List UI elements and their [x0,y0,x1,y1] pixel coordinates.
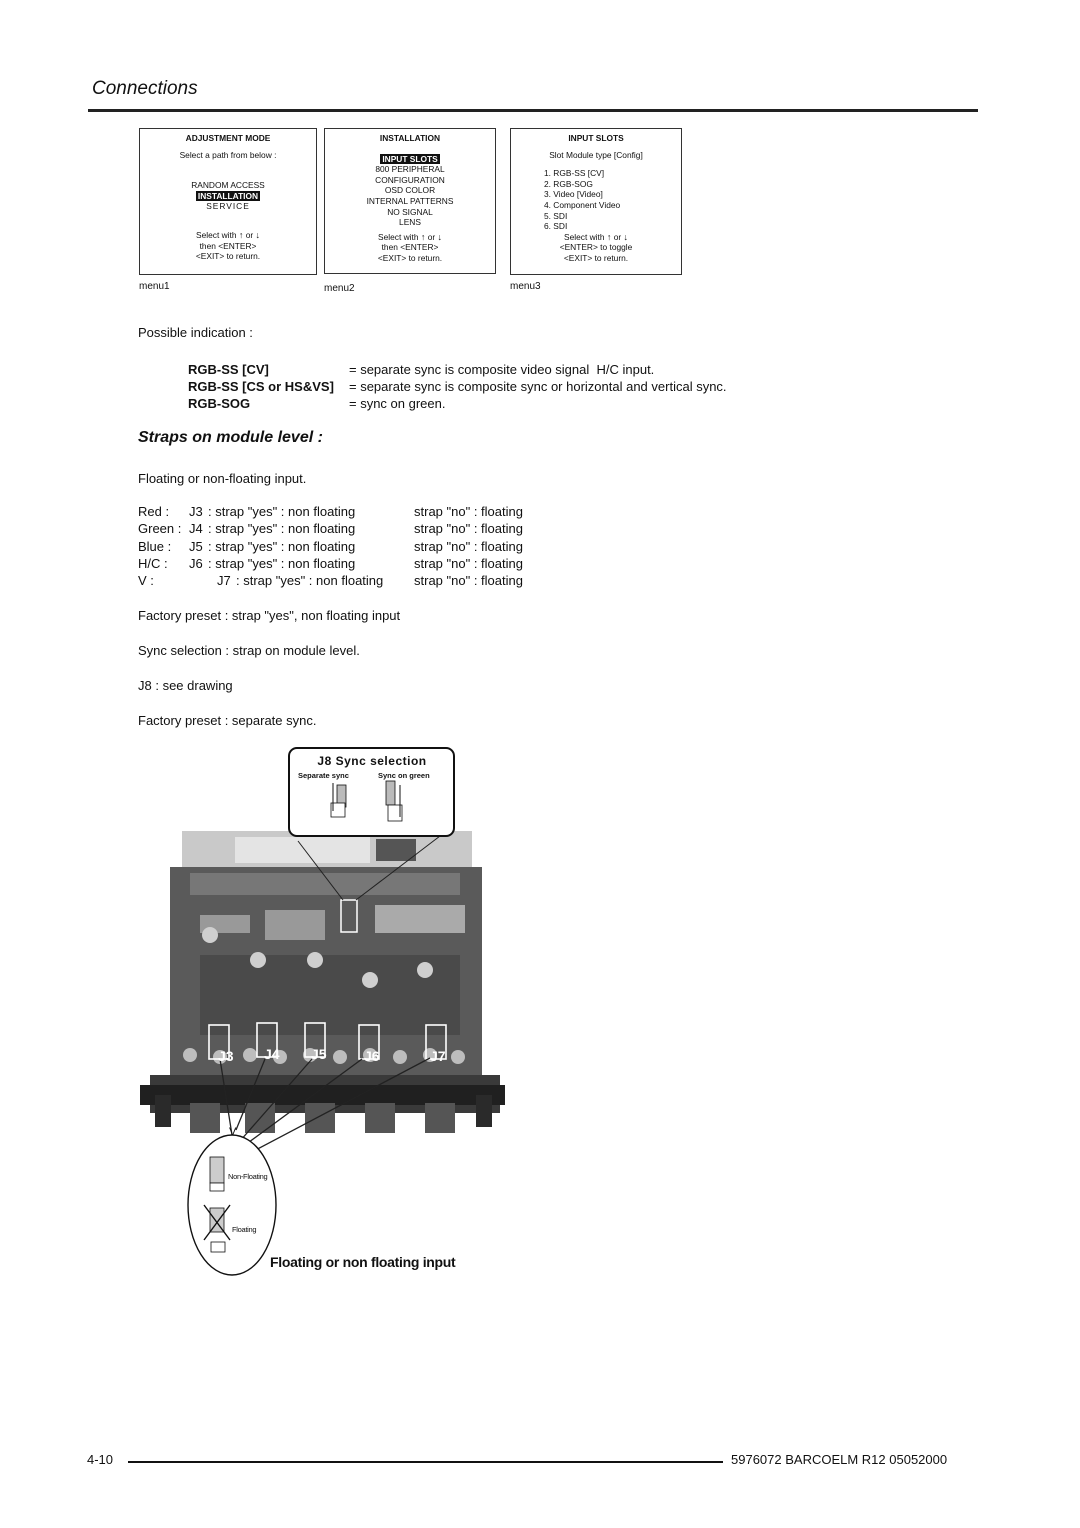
indication-definition: = separate sync is composite sync or hor… [349,379,727,394]
floating-label: Floating [232,1225,257,1234]
non-floating-label: Non-Floating [228,1172,268,1181]
menu-caption: menu3 [510,281,541,292]
document-reference: 5976072 BARCOELM R12 05052000 [731,1452,948,1467]
menu-item-osd-color[interactable]: OSD COLOR [325,185,495,196]
indication-definition: = sync on green. [349,396,446,411]
strap-jumper: J3 [189,504,203,519]
menu-hint-exit: <EXIT> to return. [563,252,629,263]
menu-item-no-signal[interactable]: NO SIGNAL [325,207,495,218]
menu-title: INSTALLATION [379,133,441,143]
factory-preset-strap: Factory preset : strap "yes", non floati… [138,608,401,623]
menu-subtitle: Select a path from below : [179,149,277,160]
strap-color: H/C : [138,556,168,571]
arrow-down-icon: ↓ [623,231,628,242]
strap-jumper: J7 [217,573,231,588]
sync-selection-note: Sync selection : strap on module level. [138,643,360,658]
j8-label-sog: Sync on green [378,771,430,780]
strap-yes: : strap "yes" : non floating [208,539,356,554]
slot-item-5[interactable]: 5. SDI [511,211,681,222]
arrow-down-icon: ↓ [255,229,260,240]
menu-hint-enter: then <ENTER> [199,240,257,251]
indication-term: RGB-SOG [188,396,251,411]
arrow-up-icon: ↑ [238,229,244,240]
straps-intro: Floating or non-floating input. [138,471,307,486]
section-title: Connections [92,78,198,99]
jumper-label-j6: J6 [364,1048,380,1064]
arrow-down-icon: ↓ [437,231,442,242]
header-rule [88,109,978,112]
menu-item-service[interactable]: SERVICE [140,201,316,212]
board-barcode [376,839,416,861]
osd-menu-adjustment-mode: ADJUSTMENT MODE Select a path from below… [139,128,317,275]
menu-hint-exit: <EXIT> to return. [377,252,443,263]
menu-title: ADJUSTMENT MODE [185,133,271,143]
menu-title: INPUT SLOTS [568,133,624,143]
menu-hint-select: Select with ↑ or ↓ [378,231,442,242]
j8-title: J8 Sync selection [317,754,427,768]
strap-jumper: J4 [189,521,203,536]
strap-no: strap "no" : floating [414,539,523,554]
module-figure [140,747,505,1276]
menu-item-configuration[interactable]: CONFIGURATION [325,175,495,186]
strap-yes: : strap "yes" : non floating [208,521,356,536]
strap-color: V : [138,573,154,588]
indication-term: RGB-SS [CS or HS&VS] [188,379,334,394]
strap-color: Blue : [138,539,172,554]
menu-caption: menu1 [139,281,170,292]
osd-menu-input-slots: INPUT SLOTS Slot Module type [Config] 1.… [510,128,682,275]
slot-item-1[interactable]: 1. RGB-SS [CV] [511,168,681,179]
strap-no: strap "no" : floating [414,556,523,571]
arrow-up-icon: ↑ [420,231,426,242]
menu-caption: menu2 [324,283,355,294]
factory-preset-sync: Factory preset : separate sync. [138,713,317,728]
strap-yes: : strap "yes" : non floating [208,504,356,519]
menu-subtitle: Slot Module type [Config] [549,149,643,160]
strap-yes: : strap "yes" : non floating [236,573,384,588]
menu-item-peripheral[interactable]: 800 PERIPHERAL [325,164,495,175]
page-number: 4-10 [87,1452,114,1467]
jumper-label-j5: J5 [311,1046,327,1062]
menu-hint-select: Select with ↑ or ↓ [196,229,260,240]
indication-definition: = separate sync is composite video signa… [349,362,655,377]
board-label-sticker [235,837,370,863]
strap-no: strap "no" : floating [414,521,523,536]
strap-yes: : strap "yes" : non floating [208,556,356,571]
menu-item-installation-selected[interactable]: INSTALLATION [195,190,261,202]
v-label: V [229,1126,237,1138]
slot-item-6[interactable]: 6. SDI [511,221,681,232]
arrow-up-icon: ↑ [606,231,612,242]
slot-item-4[interactable]: 4. Component Video [511,200,681,211]
menu-hint-exit: <EXIT> to return. [195,251,261,262]
menu-item-random-access[interactable]: RANDOM ACCESS [140,180,316,191]
menu-item-lens[interactable]: LENS [325,217,495,228]
menu-item-input-slots-selected[interactable]: INPUT SLOTS [380,153,440,165]
zoom-ellipse [187,1134,277,1276]
footer-rule [128,1461,723,1463]
figure-caption: Floating or non floating input [270,1254,456,1270]
jumper-label-j7: J7 [430,1048,446,1064]
j8-note: J8 : see drawing [138,678,233,693]
j8-jumper-separate-icon [330,783,347,818]
menu-hint-select: Select with ↑ or ↓ [564,231,628,242]
menu-item-internal-patterns[interactable]: INTERNAL PATTERNS [325,196,495,207]
strap-jumper: J5 [189,539,203,554]
menu-hint-enter: then <ENTER> [381,242,439,253]
osd-menu-installation: INSTALLATION INPUT SLOTS 800 PERIPHERAL … [324,128,496,274]
j8-jumper-sog-icon [385,780,403,822]
strap-no: strap "no" : floating [414,504,523,519]
menu-hint-toggle: <ENTER> to toggle [559,242,633,253]
indication-term: RGB-SS [CV] [188,362,269,377]
slot-item-3[interactable]: 3. Video [Video] [511,189,681,200]
strap-color: Green : [138,521,182,536]
indication-intro: Possible indication : [138,325,253,340]
j8-label-separate: Separate sync [298,771,349,780]
strap-color: Red : [138,504,170,519]
jumper-label-j4: J4 [264,1046,280,1062]
non-floating-jumper-icon [209,1156,225,1192]
strap-jumper: J6 [189,556,203,571]
strap-no: strap "no" : floating [414,573,523,588]
straps-heading: Straps on module level : [138,429,323,446]
jumper-label-j3: J3 [218,1048,234,1064]
slot-item-2[interactable]: 2. RGB-SOG [511,179,681,190]
